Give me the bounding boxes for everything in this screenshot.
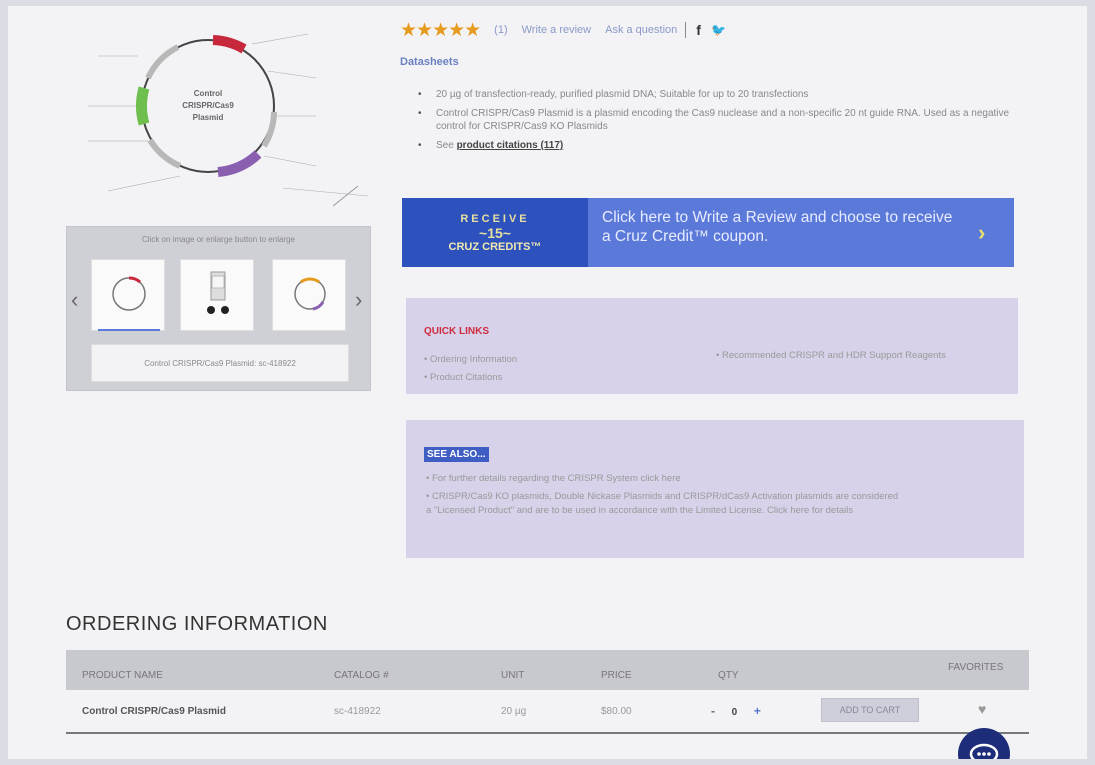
rating-row: ★★★★★ (1) Write a review Ask a question …	[400, 19, 726, 41]
ordering-information-title: ORDERING INFORMATION	[66, 613, 328, 635]
facebook-icon[interactable]: f	[696, 22, 701, 38]
write-review-link[interactable]: Write a review	[522, 24, 591, 36]
banner-text: Click here to Write a Review and choose …	[602, 209, 953, 245]
bullet-item: 20 µg of transfection-ready, purified pl…	[418, 88, 1018, 101]
twitter-icon[interactable]: 🐦	[711, 23, 726, 37]
ask-question-link[interactable]: Ask a question	[605, 24, 677, 36]
recommended-reagents-link[interactable]: • Recommended CRISPR and HDR Support Rea…	[716, 350, 996, 362]
badge-amount: ~15~	[479, 224, 511, 241]
qty-stepper: - 0 +	[711, 704, 761, 718]
chevron-right-icon: ›	[978, 219, 986, 245]
header-qty: Qty	[718, 670, 739, 681]
qty-increment-button[interactable]: +	[754, 704, 761, 718]
badge-receive: RECEIVE	[460, 212, 530, 225]
product-page: Control CRISPR/Cas9 Plasmid Click on ima…	[8, 6, 1087, 759]
row-unit: 20 µg	[501, 706, 527, 717]
plasmid-title-line2: CRISPR/Cas9	[182, 101, 234, 110]
table-row: Control CRISPR/Cas9 Plasmid sc-418922 20…	[66, 690, 1029, 732]
badge-cruz-credits: CRUZ CREDITS™	[448, 240, 542, 253]
see-also-title: SEE ALSO...	[424, 447, 489, 462]
divider	[685, 22, 687, 38]
rating-stars-icon: ★★★★★	[400, 19, 481, 41]
gallery-hint: Click on image or enlarge button to enla…	[142, 235, 295, 244]
row-catalog: sc-418922	[334, 706, 381, 717]
heart-icon[interactable]: ♥	[978, 701, 986, 717]
quick-links-box: QUICK LINKS • Ordering Information • Pro…	[406, 298, 1018, 394]
review-count-link[interactable]: (1)	[494, 24, 507, 36]
chat-icon	[969, 743, 999, 759]
ordering-table-header: Product Name Catalog # Unit Price Qty Fa…	[66, 650, 1029, 690]
qty-input[interactable]: 0	[732, 707, 738, 718]
citations-prefix: See	[436, 140, 457, 151]
bullet-item-citations: See product citations (117)	[418, 139, 1018, 152]
qty-decrement-button[interactable]: -	[711, 704, 715, 718]
plasmid-map-svg: Control CRISPR/Cas9 Plasmid	[88, 33, 369, 207]
image-gallery: Click on image or enlarge button to enla…	[66, 226, 371, 391]
gallery-next-arrow-icon[interactable]: ›	[355, 287, 362, 313]
cruz-credits-banner[interactable]: RECEIVE ~15~ CRUZ CREDITS™ Click here to…	[402, 198, 1014, 267]
row-divider	[66, 732, 1029, 734]
gallery-thumb-plasmid[interactable]	[91, 259, 165, 331]
quick-links-title: QUICK LINKS	[424, 326, 489, 337]
product-citations-quick-link[interactable]: • Product Citations	[424, 372, 502, 384]
add-to-cart-button[interactable]: ADD TO CART	[821, 698, 919, 722]
header-unit: Unit	[501, 670, 525, 681]
gallery-prev-arrow-icon[interactable]: ‹	[71, 287, 78, 313]
datasheets-link[interactable]: Datasheets	[400, 56, 459, 68]
plasmid-title-line1: Control	[194, 89, 222, 98]
gallery-caption: Control CRISPR/Cas9 Plasmid: sc-418922	[91, 344, 349, 382]
plasmid-title-line3: Plasmid	[193, 113, 224, 122]
header-product-name: Product Name	[82, 670, 163, 681]
product-bullets: 20 µg of transfection-ready, purified pl…	[418, 88, 1018, 158]
cruz-credits-badge: RECEIVE ~15~ CRUZ CREDITS™	[402, 198, 588, 267]
header-price: Price	[601, 670, 632, 681]
header-favorites: Favorites	[948, 662, 1004, 673]
row-product-name: Control CRISPR/Cas9 Plasmid	[82, 706, 226, 717]
row-price: $80.00	[601, 706, 632, 717]
crispr-details-link[interactable]: • For further details regarding the CRIS…	[426, 472, 906, 486]
licensed-product-text[interactable]: • CRISPR/Cas9 KO plasmids, Double Nickas…	[426, 490, 906, 518]
gallery-thumb-vial[interactable]	[180, 259, 254, 331]
gallery-thumb-map[interactable]	[272, 259, 346, 331]
plasmid-map-image[interactable]: Control CRISPR/Cas9 Plasmid	[68, 16, 378, 221]
product-citations-link[interactable]: product citations (117)	[457, 140, 564, 151]
ordering-information-link[interactable]: • Ordering Information	[424, 354, 517, 366]
see-also-box: SEE ALSO... • For further details regard…	[406, 420, 1024, 558]
header-catalog: Catalog #	[334, 670, 389, 681]
bullet-item: Control CRISPR/Cas9 Plasmid is a plasmid…	[418, 107, 1018, 133]
